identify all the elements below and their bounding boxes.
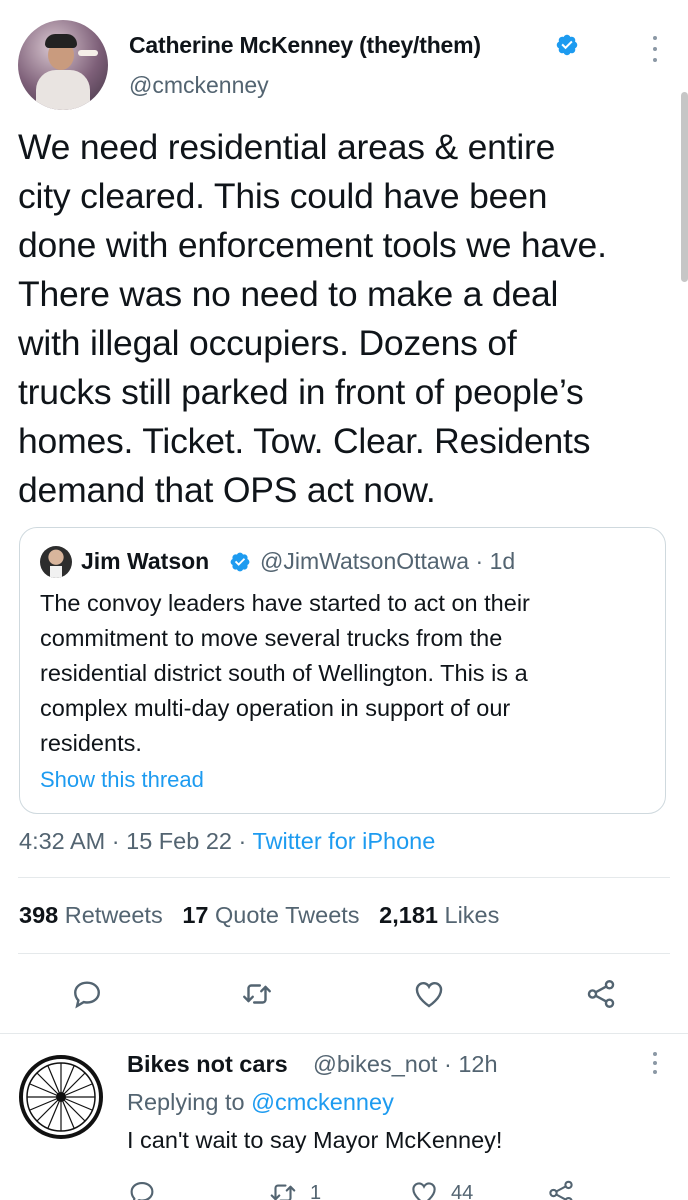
show-thread-link[interactable]: Show this thread [40,767,204,793]
share-icon [549,1180,573,1200]
reply-like-count: 44 [451,1181,474,1200]
reply-author-avatar[interactable] [18,1054,104,1140]
tweet-source-link[interactable]: Twitter for iPhone [252,828,435,854]
reply-share-button[interactable] [546,1178,576,1200]
more-icon[interactable] [645,36,665,62]
like-icon[interactable] [412,977,446,1011]
replying-to: Replying to @cmckenney [127,1089,394,1115]
reply-icon [130,1181,154,1200]
reply-text: I can't wait to say Mayor McKenney! [127,1127,503,1153]
more-icon[interactable] [645,1052,665,1074]
reply-icon[interactable] [70,977,104,1011]
reply-retweet-button[interactable]: 1 [268,1178,321,1200]
likes-stat[interactable]: 2,181 Likes [379,902,499,928]
verified-icon [555,33,579,57]
tweet-detail-page: Catherine McKenney (they/them) @cmckenne… [0,0,688,1200]
quote-tweets-stat[interactable]: 17 Quote Tweets [182,902,359,928]
tweet-timestamp: 4:32 AM · 15 Feb 22 · Twitter for iPhone [19,828,436,854]
retweet-icon[interactable] [240,977,274,1011]
reply-like-button[interactable]: 44 [409,1178,473,1200]
reply-retweet-count: 1 [310,1181,322,1200]
tweet-stats: 398 Retweets 17 Quote Tweets 2,181 Likes [19,902,499,929]
quoted-tweet[interactable]: Jim Watson @JimWatsonOttawa · 1d The con… [19,527,666,814]
quoted-author-meta: @JimWatsonOttawa · 1d [260,548,516,574]
quoted-author-name: Jim Watson [81,548,210,574]
tweet-text: We need residential areas & entire city … [18,127,607,510]
verified-icon [229,551,251,573]
retweets-stat[interactable]: 398 Retweets [19,902,163,928]
scroll-indicator[interactable] [681,92,688,282]
reply-author-meta: @bikes_not · 12h [313,1051,498,1077]
divider [18,953,670,954]
author-handle[interactable]: @cmckenney [129,72,269,99]
mention-link[interactable]: @cmckenney [251,1089,394,1115]
retweet-icon [270,1184,296,1200]
share-icon[interactable] [584,977,618,1011]
like-icon [412,1182,436,1200]
quoted-tweet-text: The convoy leaders have started to act o… [40,590,530,756]
reply-reply-button[interactable] [127,1178,157,1200]
author-avatar[interactable] [18,20,108,110]
quoted-author-avatar [40,546,72,578]
divider [0,1033,688,1034]
divider [18,877,670,878]
reply-author-name[interactable]: Bikes not cars [127,1051,288,1078]
author-name[interactable]: Catherine McKenney (they/them) [129,32,481,59]
